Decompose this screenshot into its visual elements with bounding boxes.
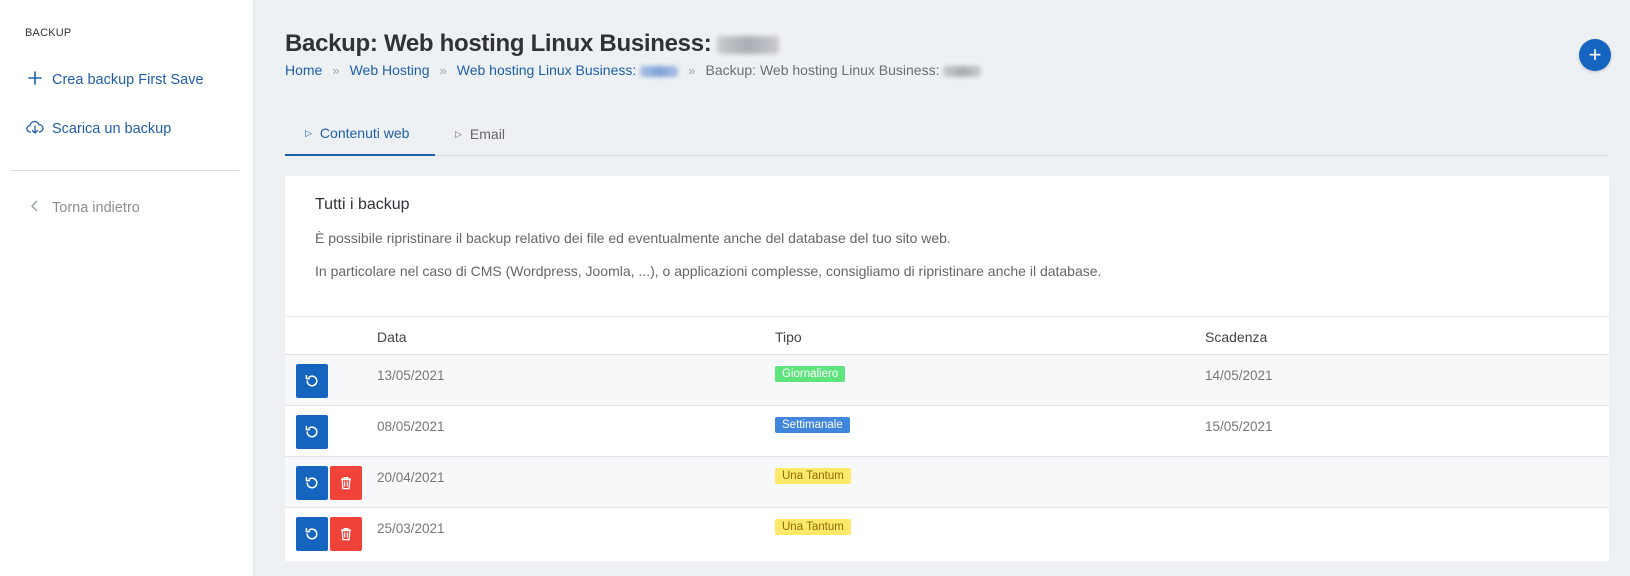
restore-icon [305,476,318,489]
table-header: Data Tipo Scadenza [285,316,1609,355]
tab-label: Email [469,126,505,142]
breadcrumb-linux-business-label: Web hosting Linux Business: [456,62,637,78]
column-header-tipo: Tipo [775,329,802,345]
backup-table: Data Tipo Scadenza 13/05/2021 Giornalier… [285,316,1609,559]
type-badge: Una Tantum [775,519,851,535]
table-row: 20/04/2021 Una Tantum [285,457,1609,508]
chevron-left-icon [26,197,44,219]
restore-button[interactable] [296,466,328,500]
breadcrumb: Home » Web Hosting » Web hosting Linux B… [285,62,982,78]
card-description: È possibile ripristinare il backup relat… [315,230,951,246]
back-label: Torna indietro [52,200,140,216]
cell-data: 25/03/2021 [377,521,445,536]
plus-icon [26,69,44,91]
trash-icon [341,527,351,541]
table-row: 13/05/2021 Giornaliero 14/05/2021 [285,355,1609,406]
cloud-download-icon [26,118,44,140]
restore-icon [305,425,318,438]
type-badge: Giornaliero [775,366,846,382]
page-title-text: Backup: Web hosting Linux Business: [285,30,712,57]
cell-scadenza: 14/05/2021 [1205,368,1273,383]
sidebar-section-title: BACKUP [25,27,72,39]
breadcrumb-separator: » [439,62,447,78]
sidebar-divider [10,170,239,171]
restore-button[interactable] [296,517,328,551]
sidebar-item-label: Scarica un backup [52,121,172,137]
sidebar-item-crea-backup[interactable]: Crea backup First Save [26,69,204,91]
breadcrumb-current: Backup: Web hosting Linux Business: [705,62,982,78]
sidebar-item-label: Crea backup First Save [52,72,204,88]
tab-bar: ▷ Contenuti web ▷ Email [285,112,1609,156]
redacted-name [640,65,679,77]
table-row: 08/05/2021 Settimanale 15/05/2021 [285,406,1609,457]
triangle-right-icon: ▷ [455,128,462,139]
cell-data: 08/05/2021 [377,419,445,434]
type-badge: Una Tantum [775,468,851,484]
restore-button[interactable] [296,415,328,449]
backup-card: Tutti i backup È possibile ripristinare … [285,176,1609,561]
breadcrumb-home[interactable]: Home [285,62,322,78]
restore-icon [305,527,318,540]
redacted-name [943,65,982,77]
trash-icon [341,476,351,490]
delete-button[interactable] [330,466,362,500]
triangle-right-icon: ▷ [305,127,312,138]
breadcrumb-separator: » [332,62,340,78]
cell-data: 20/04/2021 [377,470,445,485]
cell-scadenza: 15/05/2021 [1205,419,1273,434]
card-description-cms: In particolare nel caso di CMS (Wordpres… [315,263,1102,279]
redacted-name [717,35,780,54]
add-button[interactable]: + [1579,39,1611,71]
sidebar: BACKUP Crea backup First Save Scarica un… [0,0,254,576]
breadcrumb-web-hosting[interactable]: Web Hosting [350,62,430,78]
main-content: Backup: Web hosting Linux Business: Home… [254,0,1630,576]
restore-icon [305,374,318,387]
column-header-data: Data [377,329,407,345]
sidebar-item-scarica-backup[interactable]: Scarica un backup [26,118,171,140]
column-header-scadenza: Scadenza [1205,329,1268,345]
delete-button[interactable] [330,517,362,551]
restore-button[interactable] [296,364,328,398]
tab-email[interactable]: ▷ Email [455,112,505,156]
tab-label: Contenuti web [319,125,410,141]
page-title: Backup: Web hosting Linux Business: [285,30,780,58]
breadcrumb-separator: » [688,62,696,78]
breadcrumb-current-label: Backup: Web hosting Linux Business: [705,62,940,78]
breadcrumb-linux-business[interactable]: Web hosting Linux Business: [457,62,679,78]
back-link[interactable]: Torna indietro [26,197,140,219]
type-badge: Settimanale [775,417,850,433]
tab-contenuti-web[interactable]: ▷ Contenuti web [285,112,435,156]
card-title: Tutti i backup [315,196,410,213]
table-row: 25/03/2021 Una Tantum [285,508,1609,559]
cell-data: 13/05/2021 [377,368,445,383]
